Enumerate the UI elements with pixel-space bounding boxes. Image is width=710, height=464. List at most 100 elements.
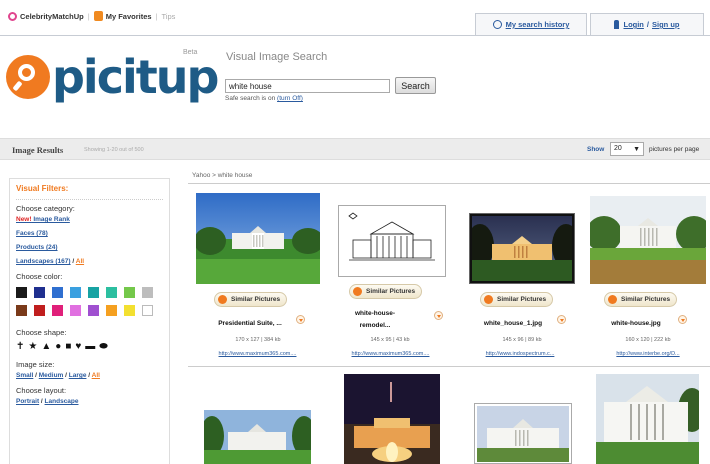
favorite-dropdown-icon[interactable] (557, 315, 566, 324)
chevron-down-icon: ▼ (633, 146, 640, 153)
color-swatch[interactable] (70, 305, 81, 316)
size-all[interactable]: All (92, 372, 100, 379)
login-link[interactable]: Login (623, 20, 643, 29)
category-landscapes[interactable]: Landscapes (167) (16, 258, 71, 265)
result-source-url[interactable]: http://www.interbe.org/D... (592, 351, 704, 357)
search-button[interactable]: Search (395, 77, 436, 94)
divider (188, 183, 710, 184)
similar-pictures-label: Similar Pictures (497, 296, 547, 303)
size-large[interactable]: Large (69, 372, 87, 379)
tips-link[interactable]: Tips (162, 12, 176, 21)
image-rank-link[interactable]: New! Image Rank (16, 216, 163, 223)
result-thumbnail[interactable] (596, 374, 699, 464)
search-input[interactable] (225, 79, 390, 93)
favorite-dropdown-icon[interactable] (434, 311, 443, 320)
color-swatch[interactable] (124, 305, 135, 316)
logo[interactable]: picitup (6, 54, 219, 100)
color-swatch[interactable] (34, 305, 45, 316)
result-meta: 170 x 127 | 384 kb (235, 337, 281, 343)
shape-option-icon[interactable]: ▲ (41, 341, 51, 352)
result-title[interactable]: Presidential Suite, ... (200, 320, 300, 327)
top-bar: CelebrityMatchUp | My Favorites | Tips M… (0, 0, 710, 35)
color-swatch[interactable] (16, 305, 27, 316)
category-faces[interactable]: Faces (78) (16, 230, 163, 237)
favorite-dropdown-icon[interactable] (296, 315, 305, 324)
shape-option-icon[interactable]: ● (55, 341, 61, 352)
color-swatch[interactable] (16, 287, 27, 298)
white-house-photo (590, 196, 706, 284)
search-history-link[interactable]: My search history (506, 20, 570, 29)
color-swatch[interactable] (70, 287, 81, 298)
shape-option-icon[interactable]: ★ (28, 341, 37, 352)
results-count: Showing 1-20 out of 500 (84, 147, 144, 153)
per-page-label: pictures per page (649, 146, 700, 153)
shape-option-icon[interactable]: ▬ (85, 341, 95, 352)
color-swatch[interactable] (88, 287, 99, 298)
similar-pictures-button[interactable]: Similar Pictures (604, 292, 678, 307)
result-title[interactable]: white_house_1.jpg (468, 320, 558, 327)
result-source-url[interactable]: http://www.maximum365.com.... (200, 351, 315, 357)
result-thumbnail[interactable] (338, 205, 446, 277)
per-page-select[interactable]: 20 ▼ (610, 142, 644, 156)
separator: | (155, 11, 158, 21)
shape-option-icon[interactable]: ♥ (75, 341, 81, 352)
shape-option-icon[interactable]: ■ (65, 341, 71, 352)
similar-icon (608, 295, 617, 304)
layout-landscape[interactable]: Landscape (45, 398, 79, 405)
separator: | (87, 11, 90, 21)
size-label: Image size: (16, 360, 55, 369)
result-title[interactable]: white-house.jpg (596, 320, 676, 327)
favorites-icon (93, 11, 103, 21)
color-swatch[interactable] (52, 287, 63, 298)
color-swatch[interactable] (106, 287, 117, 298)
similar-pictures-button[interactable]: Similar Pictures (480, 292, 554, 307)
visual-filters-panel: Visual Filters: Choose category: New! Im… (9, 178, 170, 464)
similar-pictures-label: Similar Pictures (231, 296, 281, 303)
size-small[interactable]: Small (16, 372, 33, 379)
result-thumbnail[interactable] (196, 193, 320, 284)
celebrity-matchup-link[interactable]: CelebrityMatchUp (20, 12, 84, 21)
size-medium[interactable]: Medium (39, 372, 64, 379)
color-swatch[interactable] (52, 305, 63, 316)
similar-icon (218, 295, 227, 304)
result-source-url[interactable]: http://www.indospectrum.c... (465, 351, 575, 357)
result-thumbnail[interactable] (474, 403, 572, 464)
result-thumbnail[interactable] (466, 213, 580, 284)
color-swatch[interactable] (142, 287, 153, 298)
color-swatch[interactable] (142, 305, 153, 316)
search-title: Visual Image Search (226, 51, 328, 63)
results-title: Image Results (12, 145, 64, 155)
category-products[interactable]: Products (24) (16, 244, 163, 251)
similar-pictures-button[interactable]: Similar Pictures (349, 284, 423, 299)
result-title[interactable]: white-house-remodel... (345, 308, 405, 332)
category-all[interactable]: All (76, 258, 84, 265)
shape-option-icon[interactable]: ✝ (16, 341, 24, 352)
search-history-tab[interactable]: My search history (475, 13, 587, 35)
signup-link[interactable]: Sign up (652, 20, 680, 29)
result-source-url[interactable]: http://www.maximum365.com.... (333, 351, 448, 357)
layout-portrait[interactable]: Portrait (16, 398, 39, 405)
color-swatch[interactable] (124, 287, 135, 298)
result-meta: 145 x 96 | 89 kb (502, 337, 542, 343)
safe-search-toggle[interactable]: (turn Off) (277, 95, 303, 102)
layout-options: Portrait / Landscape (16, 398, 163, 405)
similar-pictures-button[interactable]: Similar Pictures (214, 292, 288, 307)
divider (188, 366, 710, 367)
result-thumbnail[interactable] (590, 196, 706, 284)
image-rank-label: Image Rank (31, 216, 70, 223)
favorite-dropdown-icon[interactable] (678, 315, 687, 324)
color-swatch[interactable] (88, 305, 99, 316)
result-thumbnail[interactable] (204, 410, 311, 464)
shape-option-icon[interactable]: ⬬ (99, 341, 108, 352)
show-label: Show (587, 146, 605, 153)
clock-icon (492, 20, 502, 29)
color-swatch[interactable] (34, 287, 45, 298)
result-thumbnail[interactable] (344, 374, 440, 464)
celebrity-icon (8, 11, 17, 21)
safe-search-status: Safe search is on (turn Off) (225, 95, 303, 102)
color-swatch[interactable] (106, 305, 117, 316)
login-tab: Login / Sign up (590, 13, 704, 35)
breadcrumb: Yahoo > white house (192, 172, 253, 179)
my-favorites-link[interactable]: My Favorites (106, 12, 152, 21)
magnifier-icon (6, 55, 50, 99)
